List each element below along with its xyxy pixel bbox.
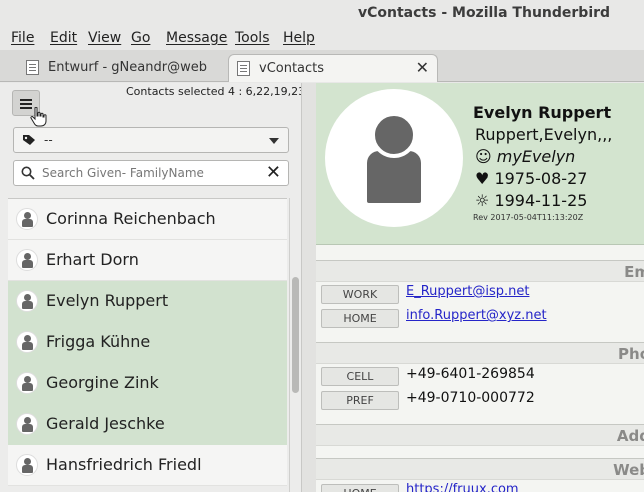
search-input[interactable] bbox=[42, 164, 262, 182]
contact-header: Evelyn Ruppert Ruppert,Evelyn,,, ☺ myEve… bbox=[316, 83, 644, 245]
contact-list-scrollbar[interactable] bbox=[289, 198, 300, 492]
email-section-header: Em bbox=[316, 260, 644, 282]
tab-draft[interactable]: Entwurf - gNeandr@web bbox=[18, 54, 230, 82]
contact-name: Frigga Kühne bbox=[46, 332, 151, 351]
contacts-selected-info: Contacts selected 4 : 6,22,19,23 12 bbox=[126, 85, 323, 98]
revision-timestamp: Rev 2017-05-04T11:13:20Z bbox=[473, 213, 584, 222]
category-select[interactable]: -- bbox=[13, 127, 289, 153]
contact-list-pane: Contacts selected 4 : 6,22,19,23 12 -- ✕… bbox=[0, 83, 323, 492]
menu-file[interactable]: File bbox=[11, 30, 34, 46]
pane-splitter[interactable] bbox=[301, 83, 316, 492]
anniversary: 1994-11-25 bbox=[494, 191, 588, 210]
email-link[interactable]: E_Ruppert@isp.net bbox=[406, 284, 529, 299]
sun-icon: ☼ bbox=[475, 191, 490, 210]
tab-vcontacts[interactable]: vContacts ✕ bbox=[228, 54, 438, 82]
contact-full-name: Evelyn Ruppert bbox=[473, 103, 612, 122]
contact-row[interactable]: Georgine Zink bbox=[8, 363, 287, 404]
menu-tools[interactable]: Tools bbox=[235, 30, 270, 46]
avatar-icon bbox=[16, 454, 38, 476]
contact-photo bbox=[325, 89, 463, 227]
contact-row[interactable]: Evelyn Ruppert bbox=[8, 281, 287, 322]
address-section-title: Add bbox=[616, 427, 644, 445]
contact-name: Corinna Reichenbach bbox=[46, 209, 216, 228]
chevron-down-icon bbox=[269, 138, 279, 144]
web-section-header: Web bbox=[316, 458, 644, 480]
scrollbar-thumb[interactable] bbox=[292, 277, 299, 393]
email-section-title: Em bbox=[624, 263, 644, 281]
contact-name: Gerald Jeschke bbox=[46, 414, 165, 433]
window-title: vContacts - Mozilla Thunderbird bbox=[358, 5, 611, 21]
email-type-badge: WORK bbox=[321, 285, 399, 304]
phone-type-badge: PREF bbox=[321, 391, 399, 410]
heart-icon: ♥ bbox=[475, 169, 490, 188]
person-icon-body bbox=[367, 151, 421, 203]
contact-name: Hansfriedrich Friedl bbox=[46, 455, 202, 474]
title-bar: vContacts - Mozilla Thunderbird bbox=[0, 0, 644, 26]
document-icon bbox=[26, 60, 39, 75]
tag-icon bbox=[23, 135, 35, 145]
tab-vcontacts-label: vContacts bbox=[259, 61, 325, 76]
menu-view[interactable]: View bbox=[88, 30, 121, 46]
web-type-badge: HOME bbox=[321, 484, 399, 492]
contact-row[interactable]: Corinna Reichenbach bbox=[8, 199, 287, 240]
contact-name: Evelyn Ruppert bbox=[46, 291, 169, 310]
document-icon bbox=[237, 61, 250, 76]
avatar-icon bbox=[16, 372, 38, 394]
birthday: 1975-08-27 bbox=[494, 169, 588, 188]
person-icon bbox=[371, 112, 417, 158]
contact-list: Corinna Reichenbach Erhart Dorn Evelyn R… bbox=[8, 198, 287, 492]
contact-row[interactable]: Erhart Dorn bbox=[8, 240, 287, 281]
menu-help[interactable]: Help bbox=[283, 30, 315, 46]
smiley-icon: ☺ bbox=[475, 147, 492, 166]
avatar-icon bbox=[16, 249, 38, 271]
avatar-icon bbox=[16, 413, 38, 435]
tab-draft-label: Entwurf - gNeandr@web bbox=[48, 60, 207, 75]
avatar-icon bbox=[16, 331, 38, 353]
hand-cursor-icon bbox=[30, 107, 47, 127]
nickname-line: ☺ myEvelyn bbox=[475, 147, 575, 166]
tab-bar: Entwurf - gNeandr@web vContacts ✕ bbox=[0, 50, 644, 82]
email-type-badge: HOME bbox=[321, 309, 399, 328]
menu-edit[interactable]: Edit bbox=[50, 30, 77, 46]
tab-close-icon[interactable]: ✕ bbox=[416, 58, 429, 77]
contact-detail-pane: Evelyn Ruppert Ruppert,Evelyn,,, ☺ myEve… bbox=[316, 83, 644, 492]
phone-section-header: Pho bbox=[316, 342, 644, 364]
email-link[interactable]: info.Ruppert@xyz.net bbox=[406, 308, 547, 323]
contact-row[interactable]: Hansfriedrich Friedl bbox=[8, 445, 287, 486]
contact-name: Georgine Zink bbox=[46, 373, 159, 392]
avatar-icon bbox=[16, 208, 38, 230]
menu-bar: File Edit View Go Message Tools Help bbox=[0, 26, 644, 50]
anniversary-line: ☼ 1994-11-25 bbox=[475, 191, 587, 210]
contact-row[interactable]: Frigga Kühne bbox=[8, 322, 287, 363]
structured-name: Ruppert,Evelyn,,, bbox=[475, 125, 613, 144]
contact-name: Erhart Dorn bbox=[46, 250, 139, 269]
avatar-icon bbox=[16, 290, 38, 312]
address-section-header: Add bbox=[316, 424, 644, 446]
phone-number: +49-0710-000772 bbox=[406, 390, 535, 406]
phone-number: +49-6401-269854 bbox=[406, 366, 535, 382]
hamburger-icon bbox=[20, 99, 32, 101]
phone-section-title: Pho bbox=[618, 345, 644, 363]
web-link[interactable]: https://fruux.com bbox=[406, 482, 519, 492]
clear-search-icon[interactable]: ✕ bbox=[266, 162, 281, 183]
birthday-line: ♥ 1975-08-27 bbox=[475, 169, 587, 188]
search-icon bbox=[21, 166, 35, 180]
menu-message[interactable]: Message bbox=[166, 30, 227, 46]
menu-go[interactable]: Go bbox=[131, 30, 150, 46]
contact-row[interactable]: Gerald Jeschke bbox=[8, 404, 287, 445]
phone-type-badge: CELL bbox=[321, 367, 399, 386]
search-field: ✕ bbox=[13, 160, 289, 186]
web-section-title: Web bbox=[613, 461, 644, 479]
category-select-value: -- bbox=[44, 133, 53, 147]
nickname: myEvelyn bbox=[496, 147, 576, 166]
